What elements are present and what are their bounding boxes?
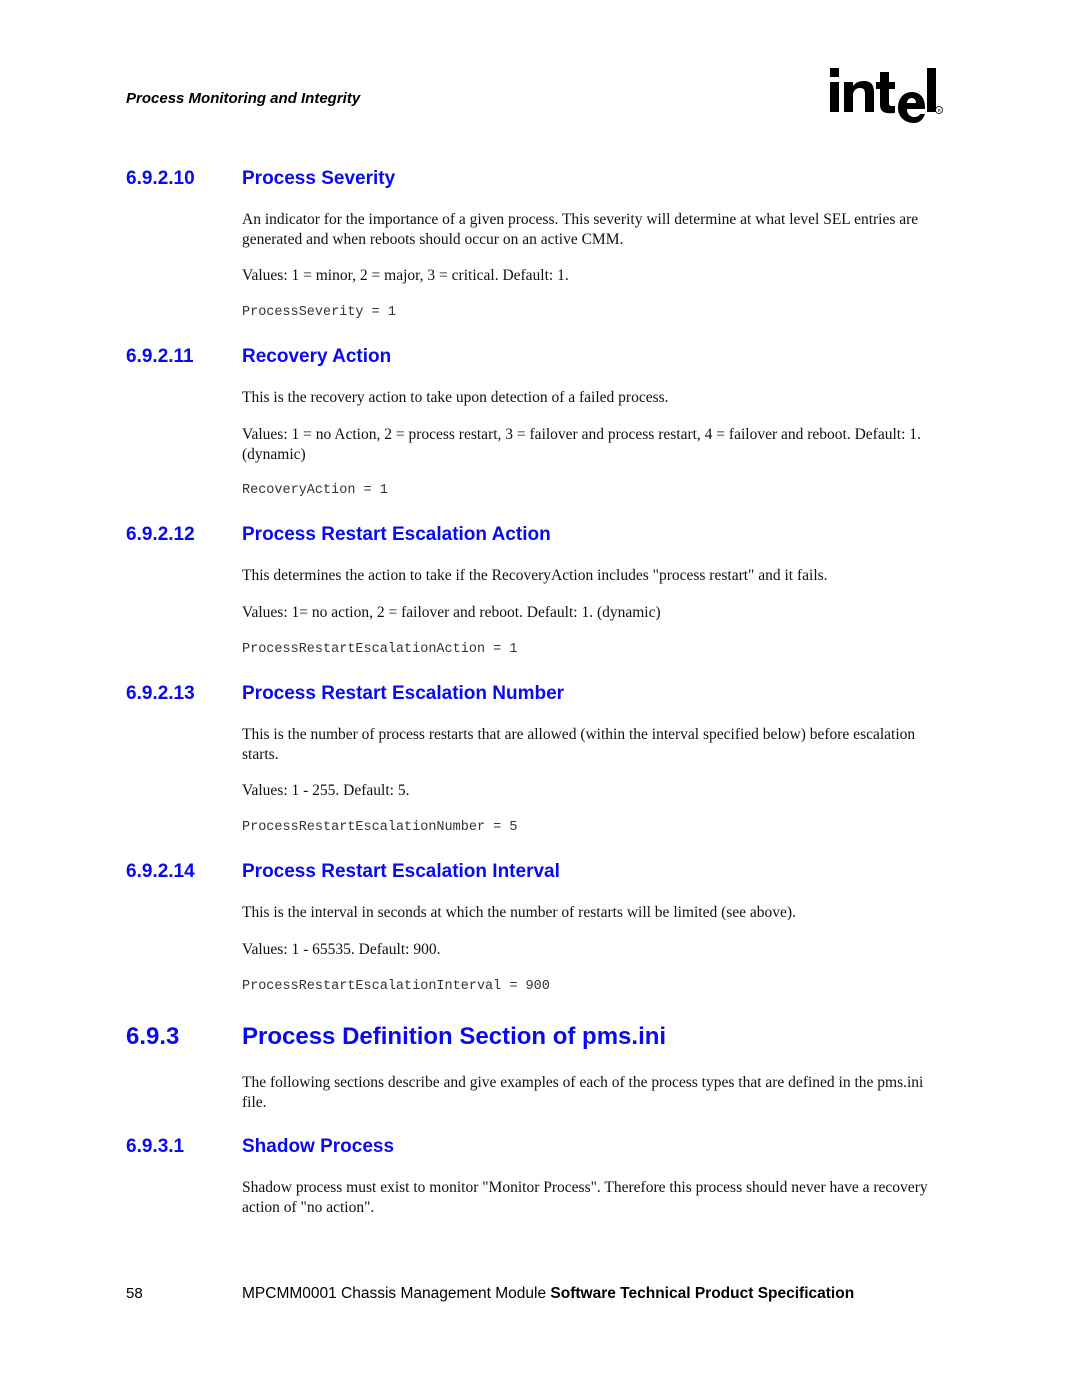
section-heading: 6.9.2.12 Process Restart Escalation Actio… bbox=[126, 524, 551, 546]
running-header: Process Monitoring and Integrity bbox=[126, 90, 361, 107]
section-title: Process Severity bbox=[242, 168, 396, 189]
section-description: This is the interval in seconds at which… bbox=[242, 904, 796, 921]
code-example: ProcessRestartEscalationNumber = 5 bbox=[242, 820, 518, 835]
section-number: 6.9.2.11 bbox=[126, 346, 194, 367]
code-example: RecoveryAction = 1 bbox=[242, 483, 388, 498]
subsection-description: Shadow process must exist to monitor "Mo… bbox=[242, 1179, 928, 1216]
subsection-title: Shadow Process bbox=[242, 1136, 395, 1157]
section-number: 6.9.2.10 bbox=[126, 168, 195, 189]
section-heading: 6.9.2.14 Process Restart Escalation Inter… bbox=[126, 861, 560, 883]
page-number: 58 bbox=[126, 1285, 143, 1302]
section-number: 6.9.2.12 bbox=[126, 524, 195, 545]
code-example: ProcessRestartEscalationInterval = 900 bbox=[242, 979, 550, 994]
section-description: An indicator for the importance of a giv… bbox=[242, 211, 919, 248]
section-description: This is the number of process restarts t… bbox=[242, 726, 916, 763]
document-title: MPCMM0001 Chassis Management Module Soft… bbox=[242, 1285, 854, 1303]
svg-text:R: R bbox=[938, 108, 942, 113]
section-title: Process Restart Escalation Interval bbox=[242, 861, 560, 882]
section-values: Values: 1 = no Action, 2 = process resta… bbox=[242, 426, 921, 463]
code-example: ProcessSeverity = 1 bbox=[242, 305, 396, 320]
subsection-number: 6.9.3.1 bbox=[126, 1136, 185, 1157]
section-title: Process Restart Escalation Number bbox=[242, 683, 565, 704]
section-heading: 6.9.2.10 Process Severity bbox=[126, 168, 395, 190]
code-example: ProcessRestartEscalationAction = 1 bbox=[242, 642, 518, 657]
section-values: Values: 1= no action, 2 = failover and r… bbox=[242, 604, 661, 621]
subsection-heading: 6.9.3.1 Shadow Process bbox=[126, 1136, 394, 1158]
major-section-heading: 6.9.3 Process Definition Section of pms.i… bbox=[126, 1023, 666, 1051]
section-heading: 6.9.2.11 Recovery Action bbox=[126, 346, 391, 368]
intel-logo-icon: R bbox=[830, 68, 943, 123]
section-number: 6.9.2.13 bbox=[126, 683, 195, 704]
section-number: 6.9.2.14 bbox=[126, 861, 195, 882]
section-heading: 6.9.2.13 Process Restart Escalation Numbe… bbox=[126, 683, 564, 705]
section-description: This determines the action to take if th… bbox=[242, 567, 828, 584]
section-title: Recovery Action bbox=[242, 346, 392, 367]
major-section-description: The following sections describe and give… bbox=[242, 1074, 924, 1111]
major-section-number: 6.9.3 bbox=[126, 1023, 180, 1050]
section-values: Values: 1 - 255. Default: 5. bbox=[242, 782, 410, 799]
intel-logo: R bbox=[828, 66, 943, 132]
major-section-title: Process Definition Section of pms.ini bbox=[242, 1023, 667, 1050]
section-values: Values: 1 - 65535. Default: 900. bbox=[242, 941, 441, 958]
section-description: This is the recovery action to take upon… bbox=[242, 389, 669, 406]
document-title-regular: MPCMM0001 Chassis Management Module bbox=[242, 1285, 551, 1302]
section-title: Process Restart Escalation Action bbox=[242, 524, 551, 545]
document-title-bold: Software Technical Product Specification bbox=[550, 1285, 855, 1302]
section-values: Values: 1 = minor, 2 = major, 3 = critic… bbox=[242, 267, 569, 284]
